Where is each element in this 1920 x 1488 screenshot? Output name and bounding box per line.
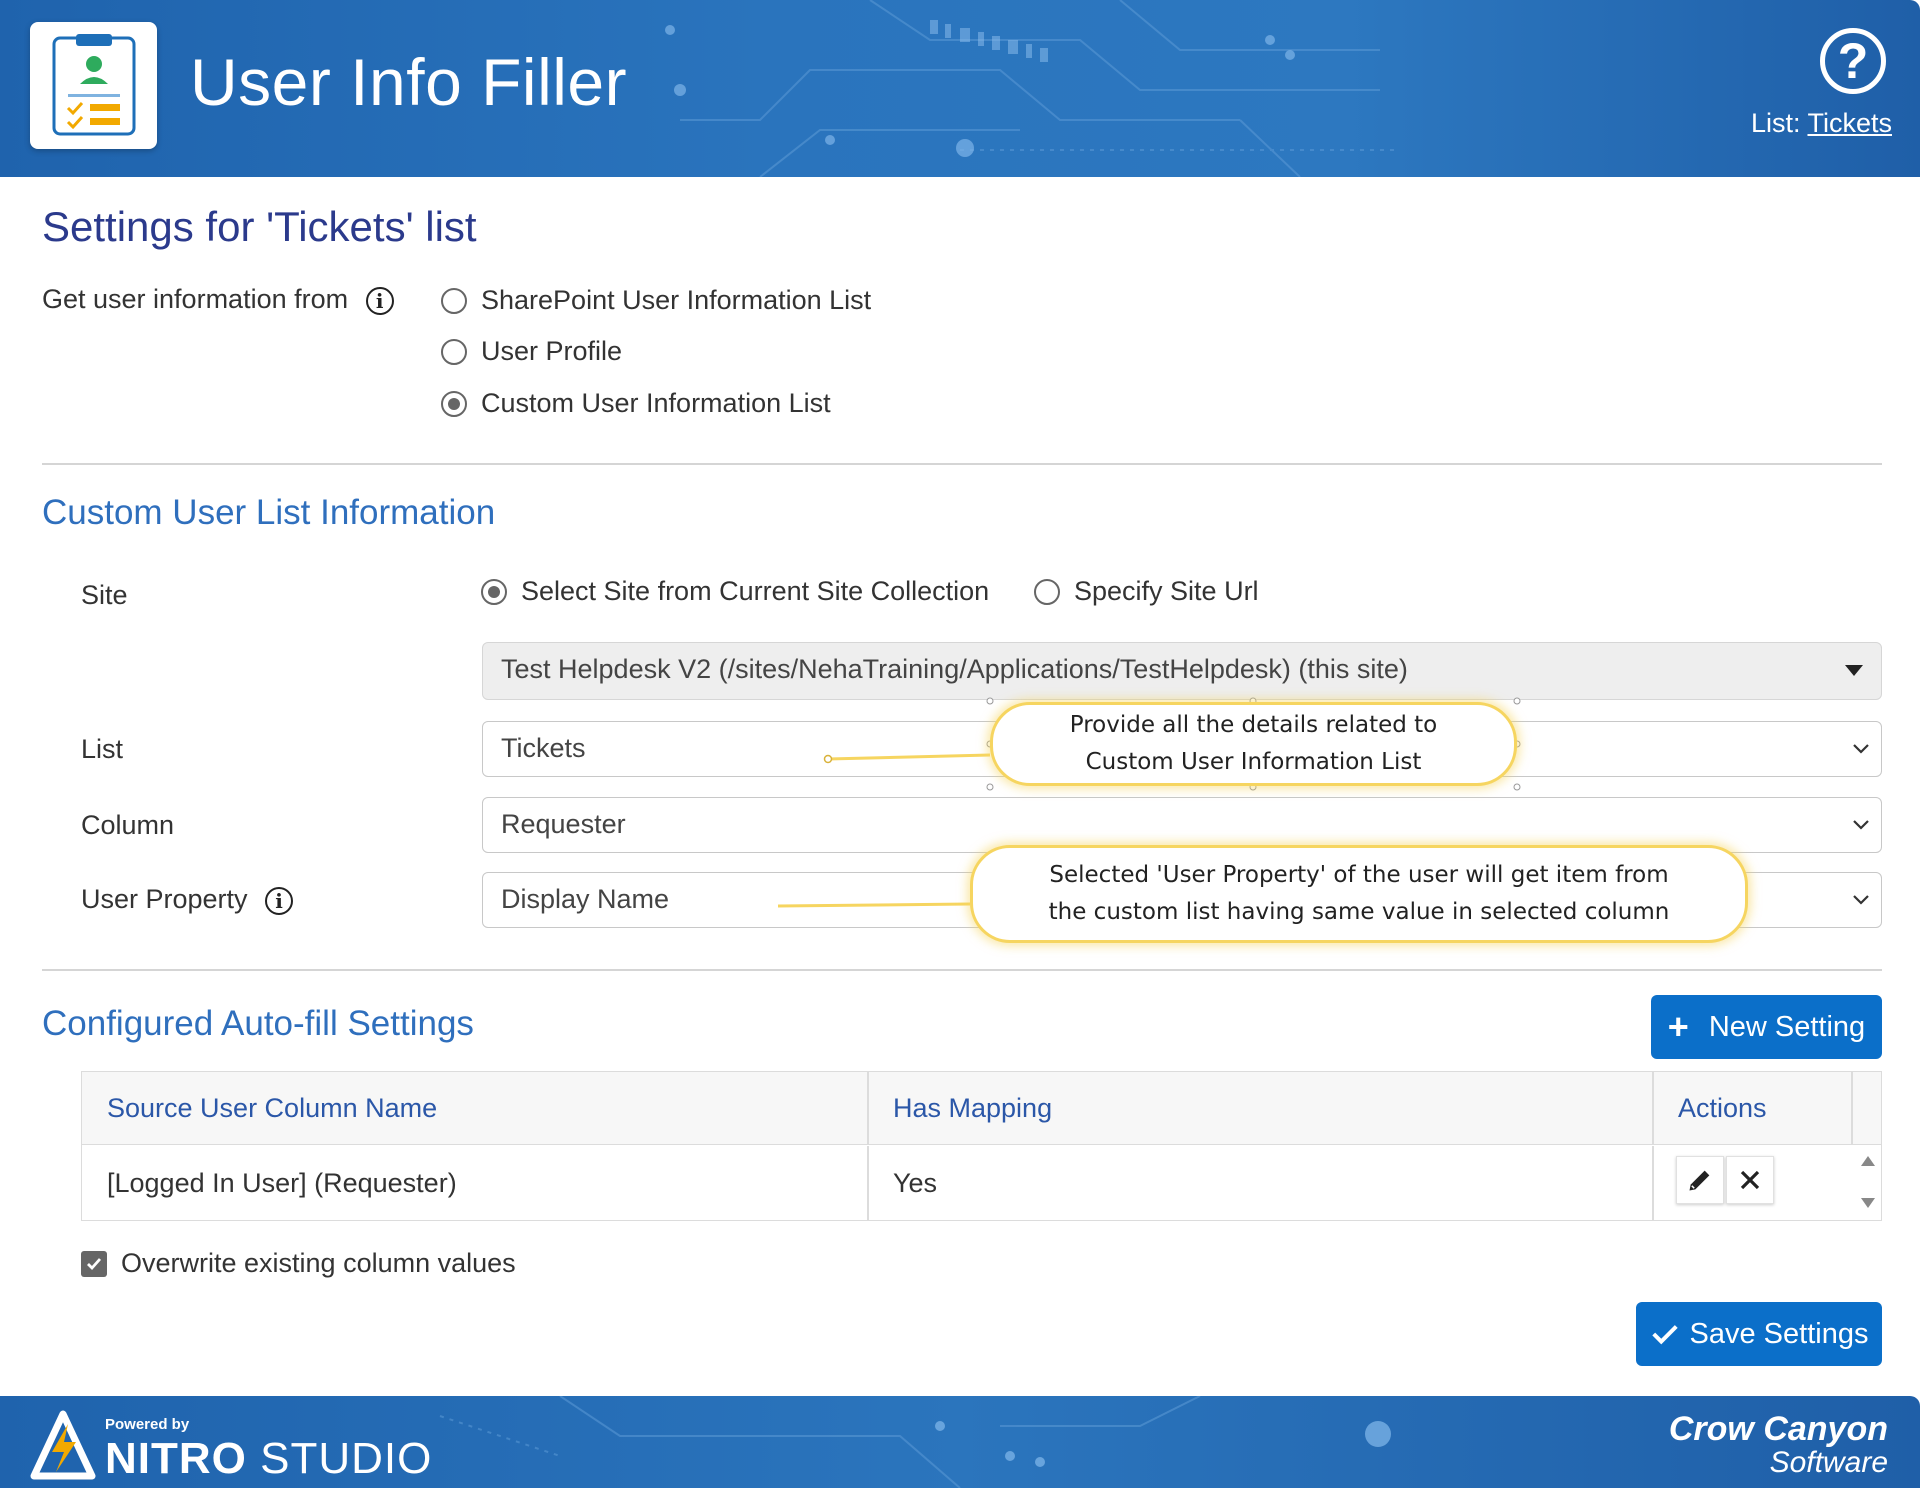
- radio-select-site-current[interactable]: Select Site from Current Site Collection: [481, 576, 989, 607]
- table-row: [Logged In User] (Requester) Yes: [82, 1146, 1881, 1220]
- close-icon: [1740, 1170, 1760, 1190]
- radio-button[interactable]: [1034, 578, 1060, 605]
- section-divider: [42, 463, 1882, 465]
- save-settings-label: Save Settings: [1689, 1317, 1869, 1350]
- clipboard-icon: [52, 33, 135, 135]
- user-property-label: User Property i: [81, 884, 294, 915]
- table-header-row: Source User Column Name Has Mapping Acti…: [82, 1072, 1881, 1145]
- radio-button-selected[interactable]: [481, 578, 507, 605]
- column-header-has-mapping: Has Mapping: [893, 1092, 1053, 1123]
- list-prefix-label: List:: [1750, 108, 1801, 138]
- caret-down-icon: [1845, 665, 1863, 676]
- info-icon[interactable]: i: [365, 286, 394, 315]
- radio-button-selected[interactable]: [441, 390, 467, 417]
- save-settings-button[interactable]: Save Settings: [1636, 1302, 1882, 1366]
- callout-text-line: Custom User Information List: [1085, 749, 1422, 775]
- nitro-logo-icon: [30, 1410, 96, 1480]
- powered-by-label: Powered by: [105, 1416, 190, 1433]
- source-label-text: Get user information from: [42, 284, 349, 314]
- column-header-source: Source User Column Name: [107, 1092, 438, 1123]
- nitro-studio-wordmark: NITRO STUDIO: [105, 1434, 432, 1484]
- table-scrollbar[interactable]: [1855, 1146, 1881, 1220]
- column-header-actions: Actions: [1678, 1092, 1767, 1123]
- user-property-label-text: User Property: [81, 884, 248, 914]
- checkmark-icon: [87, 1257, 102, 1270]
- cell-source-column: [Logged In User] (Requester): [107, 1167, 457, 1198]
- overwrite-checkbox-row[interactable]: Overwrite existing column values: [81, 1248, 516, 1279]
- section-divider: [42, 969, 1882, 971]
- current-list-indicator: List: Tickets: [1751, 108, 1892, 139]
- autofill-settings-table: Source User Column Name Has Mapping Acti…: [81, 1071, 1882, 1221]
- crow-canyon-software: Software: [1769, 1446, 1888, 1479]
- callout-text-line: Selected 'User Property' of the user wil…: [1049, 862, 1669, 888]
- radio-button[interactable]: [441, 338, 467, 365]
- cell-has-mapping: Yes: [893, 1167, 938, 1198]
- list-select-value: Tickets: [501, 733, 586, 763]
- scroll-arrows-icon: [1861, 1156, 1875, 1208]
- nitro-text: NITRO: [105, 1434, 247, 1483]
- radio-label: SharePoint User Information List: [481, 285, 872, 315]
- page-title: Settings for 'Tickets' list: [42, 203, 477, 250]
- column-divider: [1652, 1146, 1654, 1220]
- radio-label: Specify Site Url: [1074, 576, 1259, 606]
- crow-canyon-brand: Crow Canyon: [1668, 1410, 1888, 1448]
- source-label: Get user information from i: [42, 284, 394, 315]
- list-label: List: [81, 734, 124, 764]
- site-select[interactable]: Test Helpdesk V2 (/sites/NehaTraining/Ap…: [482, 642, 1882, 700]
- new-setting-button[interactable]: + New Setting: [1651, 995, 1882, 1059]
- radio-specify-site-url[interactable]: Specify Site Url: [1034, 576, 1259, 607]
- column-divider: [1851, 1072, 1853, 1144]
- column-label: Column: [81, 810, 175, 840]
- app-title: User Info Filler: [190, 45, 628, 119]
- callout-text-line: the custom list having same value in sel…: [1048, 899, 1670, 925]
- new-setting-label: New Setting: [1708, 1010, 1866, 1043]
- radio-label: Custom User Information List: [481, 388, 831, 418]
- radio-button[interactable]: [441, 287, 467, 314]
- radio-custom-user-info[interactable]: Custom User Information List: [441, 388, 831, 419]
- radio-label: User Profile: [481, 336, 623, 366]
- column-select-value: Requester: [501, 809, 626, 839]
- pencil-icon: [1689, 1170, 1710, 1191]
- edit-button[interactable]: [1676, 1156, 1724, 1204]
- custom-list-section-title: Custom User List Information: [42, 493, 496, 532]
- autofill-section-title: Configured Auto-fill Settings: [42, 1004, 474, 1043]
- chevron-down-icon: [1853, 895, 1869, 905]
- info-icon[interactable]: i: [265, 886, 294, 915]
- callout-user-property: Selected 'User Property' of the user wil…: [970, 845, 1748, 943]
- app-header: User Info Filler ? List: Tickets: [0, 0, 1920, 177]
- radio-label: Select Site from Current Site Collection: [521, 576, 990, 606]
- studio-text: STUDIO: [260, 1434, 433, 1483]
- list-link[interactable]: Tickets: [1807, 108, 1892, 138]
- radio-user-profile[interactable]: User Profile: [441, 336, 622, 367]
- callout-custom-list-details: Provide all the details related to Custo…: [990, 702, 1517, 786]
- user-property-select-value: Display Name: [501, 884, 670, 914]
- overwrite-label: Overwrite existing column values: [121, 1248, 516, 1278]
- app-footer: Powered by NITRO STUDIO Crow Canyon Soft…: [0, 1396, 1920, 1488]
- chevron-down-icon: [1853, 744, 1869, 754]
- radio-sharepoint-user-info[interactable]: SharePoint User Information List: [441, 285, 871, 316]
- overwrite-checkbox[interactable]: [81, 1250, 107, 1277]
- plus-icon: +: [1667, 1006, 1689, 1047]
- callout-text-line: Provide all the details related to: [1069, 712, 1438, 738]
- site-label: Site: [81, 580, 128, 610]
- app-logo: [30, 22, 157, 149]
- app-window: User Info Filler ? List: Tickets Setting…: [0, 0, 1920, 1488]
- site-select-value: Test Helpdesk V2 (/sites/NehaTraining/Ap…: [501, 654, 1408, 684]
- checkmark-icon: [1651, 1325, 1678, 1345]
- chevron-down-icon: [1853, 820, 1869, 830]
- delete-button[interactable]: [1726, 1156, 1774, 1204]
- help-icon[interactable]: ?: [1820, 28, 1886, 94]
